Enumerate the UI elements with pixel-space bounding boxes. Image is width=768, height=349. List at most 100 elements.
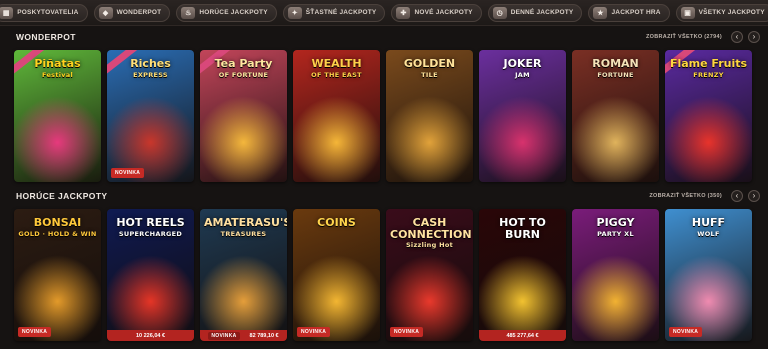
game-tile[interactable]: Piñatas Festival bbox=[14, 50, 101, 182]
game-tile[interactable]: Riches EXPRESS NOVINKA bbox=[107, 50, 194, 182]
game-title: JOKER JAM bbox=[483, 58, 562, 78]
game-tile[interactable]: WEALTH OF THE EAST bbox=[293, 50, 380, 182]
game-title-text: HUFF bbox=[691, 216, 726, 229]
chevron-left-icon: ‹ bbox=[735, 32, 739, 41]
game-subtitle: EXPRESS bbox=[133, 70, 168, 79]
game-subtitle: TILE bbox=[421, 70, 438, 79]
game-title: COINS bbox=[297, 217, 376, 229]
game-tile[interactable]: JOKER JAM bbox=[479, 50, 566, 182]
jackpot-amount: 82 789,10 € bbox=[249, 332, 279, 339]
game-title-text: WEALTH bbox=[311, 57, 362, 70]
view-all-link[interactable]: ZOBRAZIŤ VŠETKO (2794) bbox=[646, 34, 722, 40]
game-title-text: Piñatas bbox=[34, 57, 81, 70]
nav-tab[interactable]: ◆ WONDERPOT bbox=[93, 3, 171, 22]
game-title: ROMAN FORTUNE bbox=[576, 58, 655, 78]
nav-tab-label: POSKYTOVATELIA bbox=[17, 9, 79, 16]
game-tile[interactable]: ROMAN FORTUNE bbox=[572, 50, 659, 182]
hot-jackpot-icon: ♨ bbox=[181, 6, 196, 19]
game-title: BONSAI GOLD · HOLD & WIN bbox=[18, 217, 97, 237]
section-title: HORÚCE JACKPOTY bbox=[16, 191, 108, 201]
game-title: HOT REELS SUPERCHARGED bbox=[111, 217, 190, 237]
next-arrow-button[interactable]: › bbox=[748, 31, 760, 43]
nav-tab[interactable]: ♨ HORÚCE JACKPOTY bbox=[176, 3, 277, 22]
game-tile[interactable]: PIGGY PARTY XL bbox=[572, 209, 659, 341]
game-subtitle: GOLD · HOLD & WIN bbox=[18, 229, 97, 238]
game-title-text: COINS bbox=[317, 216, 356, 229]
game-tile[interactable]: GOLDEN TILE bbox=[386, 50, 473, 182]
game-title-text: GOLDEN bbox=[403, 57, 456, 70]
nav-tab[interactable]: ✦ ŠŤASTNÉ JACKPOTY bbox=[282, 3, 386, 22]
game-title: AMATERASU'S TREASURES bbox=[204, 217, 287, 238]
game-subtitle: SUPERCHARGED bbox=[118, 229, 183, 238]
wonderpot-icon: ◆ bbox=[98, 6, 113, 19]
nav-tab-label: JACKPOT HRA bbox=[611, 9, 661, 16]
game-subtitle: FORTUNE bbox=[597, 70, 634, 79]
game-title-text: BONSAI bbox=[33, 216, 82, 229]
game-title-text: AMATERASU'S bbox=[204, 216, 287, 229]
nav-tab-label: NOVÉ JACKPOTY bbox=[414, 9, 473, 16]
game-subtitle: OF THE EAST bbox=[311, 70, 362, 79]
game-tile[interactable]: HUFF WOLF NOVINKA bbox=[665, 209, 752, 341]
game-title: CASH CONNECTION Sizzling Hot bbox=[390, 217, 472, 249]
chevron-right-icon: › bbox=[752, 32, 756, 41]
game-subtitle: FRENZY bbox=[693, 70, 724, 79]
game-tile[interactable]: HOT TO BURN 485 277,64 € bbox=[479, 209, 566, 341]
jackpot-amount-bar: 10 226,04 € bbox=[107, 330, 194, 341]
game-title: Riches EXPRESS bbox=[111, 58, 190, 78]
game-title-text: ROMAN bbox=[592, 57, 639, 70]
jackpot-game-icon: ★ bbox=[593, 6, 608, 19]
chevron-right-icon: › bbox=[752, 191, 756, 200]
game-row-wonderpot: Piñatas Festival Riches EXPRESS NOVINKA Tea P… bbox=[14, 50, 760, 182]
chevron-left-icon: ‹ bbox=[735, 191, 739, 200]
game-title: Piñatas Festival bbox=[18, 58, 97, 78]
nav-tab[interactable]: ✚ NOVÉ JACKPOTY bbox=[391, 3, 482, 22]
nav-tab[interactable]: ★ JACKPOT HRA bbox=[588, 3, 670, 22]
game-title: PIGGY PARTY XL bbox=[576, 217, 655, 237]
game-tile[interactable]: BONSAI GOLD · HOLD & WIN NOVINKA bbox=[14, 209, 101, 341]
new-badge: NOVINKA bbox=[111, 168, 145, 178]
jackpot-amount-bar: NOVINKA 82 789,10 € bbox=[200, 330, 287, 341]
game-tile[interactable]: COINS NOVINKA bbox=[293, 209, 380, 341]
new-badge: NOVINKA bbox=[669, 327, 703, 337]
nav-tab[interactable]: ◷ DENNÉ JACKPOTY bbox=[487, 3, 583, 22]
game-subtitle: Festival bbox=[41, 70, 74, 79]
game-title-text: HOT TO BURN bbox=[499, 216, 546, 241]
game-title-text: JOKER bbox=[503, 57, 542, 70]
section-controls: ZOBRAZIŤ VŠETKO (350) ‹ › bbox=[649, 190, 760, 202]
view-all-link[interactable]: ZOBRAZIŤ VŠETKO (350) bbox=[649, 193, 722, 199]
game-title: WEALTH OF THE EAST bbox=[297, 58, 376, 78]
daily-jackpot-icon: ◷ bbox=[492, 6, 507, 19]
jackpot-amount: 485 277,64 € bbox=[506, 332, 539, 339]
jackpot-amount-bar: 485 277,64 € bbox=[479, 330, 566, 341]
game-subtitle: WOLF bbox=[697, 229, 720, 238]
new-badge: NOVINKA bbox=[18, 327, 52, 337]
game-subtitle: TREASURES bbox=[220, 229, 267, 238]
prev-arrow-button[interactable]: ‹ bbox=[731, 31, 743, 43]
game-tile[interactable]: Tea Party OF FORTUNE bbox=[200, 50, 287, 182]
jackpot-amount: 10 226,04 € bbox=[135, 332, 166, 339]
section-header-wonderpot: WONDERPOT ZOBRAZIŤ VŠETKO (2794) ‹ › bbox=[16, 29, 760, 45]
new-badge: NOVINKA bbox=[297, 327, 331, 337]
nav-tab[interactable]: ▦ POSKYTOVATELIA bbox=[0, 3, 88, 22]
game-title-text: Riches bbox=[130, 57, 171, 70]
nav-tab-label: HORÚCE JACKPOTY bbox=[199, 9, 268, 16]
lucky-jackpot-icon: ✦ bbox=[287, 6, 302, 19]
game-title-text: Tea Party bbox=[214, 57, 273, 70]
nav-tab-label: DENNÉ JACKPOTY bbox=[510, 9, 574, 16]
all-jackpots-icon: ▣ bbox=[680, 6, 695, 19]
game-tile[interactable]: AMATERASU'S TREASURES NOVINKA 82 789,10 € bbox=[200, 209, 287, 341]
section-title: WONDERPOT bbox=[16, 32, 76, 42]
game-tile[interactable]: CASH CONNECTION Sizzling Hot NOVINKA bbox=[386, 209, 473, 341]
nav-tab-label: VŠETKY JACKPOTY bbox=[698, 9, 765, 16]
providers-icon: ▦ bbox=[0, 6, 14, 19]
nav-tab[interactable]: ▣ VŠETKY JACKPOTY bbox=[675, 3, 768, 22]
game-tile[interactable]: Flame Fruits FRENZY bbox=[665, 50, 752, 182]
game-title-text: PIGGY bbox=[596, 216, 635, 229]
nav-tab-label: WONDERPOT bbox=[116, 9, 162, 16]
prev-arrow-button[interactable]: ‹ bbox=[731, 190, 743, 202]
game-tile[interactable]: HOT REELS SUPERCHARGED 10 226,04 € bbox=[107, 209, 194, 341]
game-title: HOT TO BURN bbox=[483, 217, 562, 240]
game-title: Flame Fruits FRENZY bbox=[669, 58, 748, 78]
next-arrow-button[interactable]: › bbox=[748, 190, 760, 202]
game-title: GOLDEN TILE bbox=[390, 58, 469, 78]
